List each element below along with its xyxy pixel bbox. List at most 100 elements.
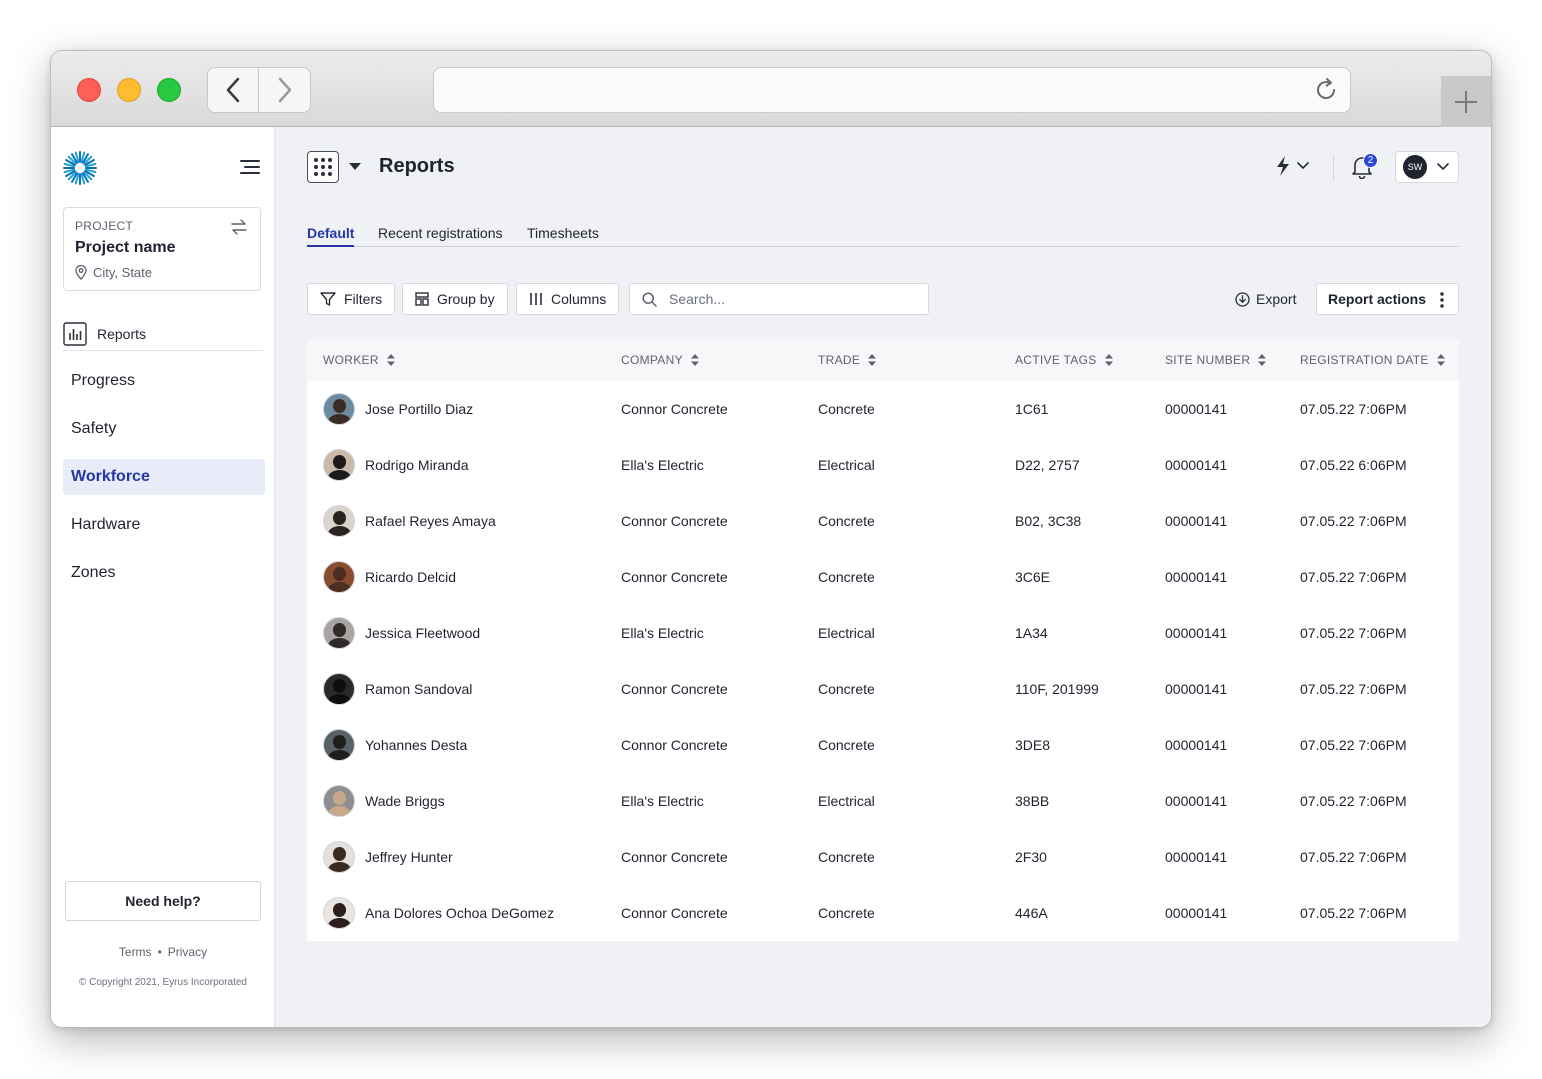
cell-text: D22, 2757 — [1015, 457, 1080, 473]
cell-text: 07.05.22 7:06PM — [1300, 793, 1407, 809]
cell-text[interactable]: Ana Dolores Ochoa DeGomez — [365, 905, 554, 921]
group-icon — [415, 292, 429, 306]
avatar-head — [333, 623, 346, 637]
sidebar-item-safety[interactable]: Safety — [63, 411, 265, 447]
bar-chart-icon — [63, 322, 87, 346]
avatar-head — [333, 847, 346, 861]
minimize-window-button[interactable] — [117, 78, 141, 102]
cell-text[interactable]: Rafael Reyes Amaya — [365, 513, 496, 529]
cell-text[interactable]: Jose Portillo Diaz — [365, 401, 473, 417]
cell-text[interactable]: Ramon Sandoval — [365, 681, 472, 697]
cell-text[interactable]: Ricardo Delcid — [365, 569, 456, 585]
sidebar-reports-link[interactable]: Reports — [63, 316, 265, 352]
table-row[interactable]: Ramon Sandoval Connor Concrete Concrete 110… — [307, 661, 1459, 717]
sidebar-item-hardware[interactable]: Hardware — [63, 507, 265, 543]
quick-actions-button[interactable] — [1275, 155, 1309, 177]
sidebar-item-workforce[interactable]: Workforce — [63, 459, 265, 495]
worker-avatar — [323, 561, 355, 593]
hamburger-icon[interactable] — [240, 159, 260, 180]
cell-text[interactable]: Jeffrey Hunter — [365, 849, 453, 865]
avatar-body — [328, 526, 351, 536]
group-by-button[interactable]: Group by — [402, 283, 508, 315]
cell-company: Ella's Electric — [621, 773, 704, 829]
search-field[interactable] — [629, 283, 929, 315]
new-tab-button[interactable] — [1441, 76, 1491, 127]
browser-back-button[interactable] — [207, 67, 259, 113]
cell-text[interactable]: Rodrigo Miranda — [365, 457, 469, 473]
cell-text[interactable]: Jessica Fleetwood — [365, 625, 480, 641]
cell-tags: 110F, 201999 — [1015, 661, 1099, 717]
swap-arrows-icon[interactable] — [230, 218, 248, 236]
reload-icon[interactable] — [1312, 76, 1340, 104]
avatar-body — [328, 414, 351, 424]
tab-recent-registrations[interactable]: Recent registrations — [378, 225, 503, 247]
cell-worker: Jeffrey Hunter — [323, 829, 453, 885]
avatar-head — [333, 455, 346, 469]
cell-text: 07.05.22 7:06PM — [1300, 569, 1407, 585]
table-row[interactable]: Ana Dolores Ochoa DeGomez Connor Concrete… — [307, 885, 1459, 941]
export-button[interactable]: Export — [1235, 291, 1296, 307]
terms-link[interactable]: Terms — [119, 945, 152, 959]
cell-text: 00000141 — [1165, 793, 1228, 809]
cell-date: 07.05.22 6:06PM — [1300, 437, 1407, 493]
filters-button[interactable]: Filters — [307, 283, 396, 315]
privacy-link[interactable]: Privacy — [168, 945, 207, 959]
sidebar-divider — [63, 350, 263, 351]
sidebar-item-progress[interactable]: Progress — [63, 363, 265, 399]
sidebar-item-zones[interactable]: Zones — [63, 555, 265, 591]
worker-avatar — [323, 505, 355, 537]
cell-text[interactable]: Yohannes Desta — [365, 737, 467, 753]
column-header-active-tags[interactable]: ACTIVE TAGS — [1015, 339, 1113, 381]
cell-text[interactable]: Wade Briggs — [365, 793, 445, 809]
column-header-site-number[interactable]: SITE NUMBER — [1165, 339, 1267, 381]
worker-avatar — [323, 673, 355, 705]
avatar-body — [328, 918, 351, 928]
avatar-body — [328, 582, 351, 592]
cell-trade: Concrete — [818, 493, 875, 549]
address-bar[interactable] — [433, 67, 1351, 113]
cell-worker: Ramon Sandoval — [323, 661, 472, 717]
close-window-button[interactable] — [77, 78, 101, 102]
table-row[interactable]: Rodrigo Miranda Ella's Electric Electrical… — [307, 437, 1459, 493]
cell-tags: B02, 3C38 — [1015, 493, 1081, 549]
eyrus-logo[interactable] — [63, 151, 97, 190]
table-row[interactable]: Jeffrey Hunter Connor Concrete Concrete 2F3… — [307, 829, 1459, 885]
cell-text: 00000141 — [1165, 401, 1228, 417]
apps-grid-button[interactable] — [307, 151, 339, 183]
column-header-trade[interactable]: TRADE — [818, 339, 877, 381]
cell-text: Connor Concrete — [621, 401, 728, 417]
report-actions-button[interactable]: Report actions — [1316, 283, 1459, 315]
browser-forward-button[interactable] — [259, 67, 311, 113]
tab-timesheets[interactable]: Timesheets — [527, 225, 599, 247]
project-switcher[interactable]: PROJECT Project name City, State — [63, 207, 261, 291]
cell-text: 00000141 — [1165, 681, 1228, 697]
table-row[interactable]: Ricardo Delcid Connor Concrete Concrete 3C6… — [307, 549, 1459, 605]
project-location: City, State — [75, 265, 249, 280]
user-menu-button[interactable]: SW — [1395, 151, 1459, 183]
cell-company: Ella's Electric — [621, 437, 704, 493]
cell-text: 00000141 — [1165, 569, 1228, 585]
table-row[interactable]: Jose Portillo Diaz Connor Concrete Concret… — [307, 381, 1459, 437]
sort-arrows-icon — [1436, 354, 1445, 366]
cell-company: Connor Concrete — [621, 381, 728, 437]
columns-button[interactable]: Columns — [516, 283, 620, 315]
table-row[interactable]: Yohannes Desta Connor Concrete Concrete 3DE… — [307, 717, 1459, 773]
column-header-company[interactable]: COMPANY — [621, 339, 699, 381]
search-input[interactable] — [669, 291, 909, 307]
user-avatar: SW — [1403, 155, 1427, 179]
cell-text: 07.05.22 7:06PM — [1300, 905, 1407, 921]
cell-text: Concrete — [818, 569, 875, 585]
column-header-worker[interactable]: WORKER — [323, 339, 395, 381]
cell-tags: 446A — [1015, 885, 1048, 941]
table-row[interactable]: Jessica Fleetwood Ella's Electric Electric… — [307, 605, 1459, 661]
table-row[interactable]: Rafael Reyes Amaya Connor Concrete Concret… — [307, 493, 1459, 549]
caret-down-icon[interactable] — [349, 163, 361, 171]
table-row[interactable]: Wade Briggs Ella's Electric Electrical 38BB… — [307, 773, 1459, 829]
maximize-window-button[interactable] — [157, 78, 181, 102]
avatar-head — [333, 791, 346, 805]
worker-avatar — [323, 449, 355, 481]
cell-text: 07.05.22 7:06PM — [1300, 681, 1407, 697]
need-help-button[interactable]: Need help? — [65, 881, 261, 921]
tab-default[interactable]: Default — [307, 225, 355, 247]
column-header-registration-date[interactable]: REGISTRATION DATE — [1300, 339, 1445, 381]
